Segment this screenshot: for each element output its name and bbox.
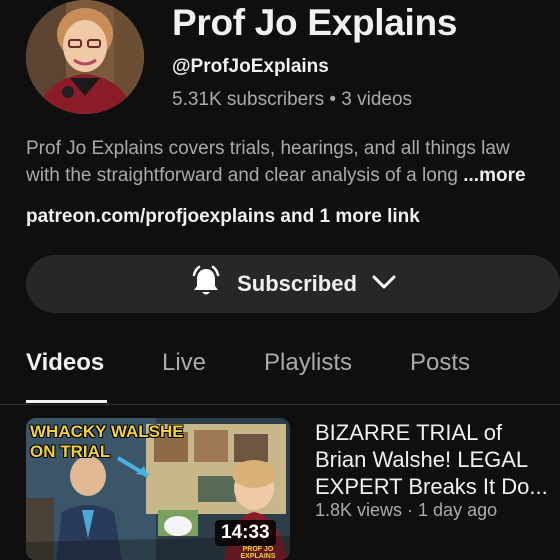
channel-avatar[interactable] <box>26 0 144 114</box>
subscribed-button[interactable]: Subscribed <box>26 255 560 313</box>
description-line-2-text: with the straightforward and clear analy… <box>26 165 464 186</box>
thumbnail-caption-1: WHACKY WALSHE <box>30 422 184 441</box>
active-tab-indicator <box>26 400 107 403</box>
chevron-down-icon[interactable] <box>371 272 397 297</box>
channel-stats: 5.31K subscribers • 3 videos <box>172 89 413 110</box>
channel-links[interactable]: patreon.com/profjoexplains and 1 more li… <box>26 206 420 228</box>
thumbnail-caption-2: ON TRIAL <box>30 442 111 461</box>
description-line-2: with the straightforward and clear analy… <box>26 162 546 189</box>
video-title[interactable]: BIZARRE TRIAL of Brian Walshe! LEGAL EXP… <box>315 419 555 500</box>
channel-handle: @ProfJoExplains <box>172 56 329 77</box>
description-line-1: Prof Jo Explains covers trials, hearings… <box>26 138 510 159</box>
channel-tabs: Videos Live Playlists Posts <box>0 345 560 405</box>
notification-bell-icon[interactable] <box>189 265 223 304</box>
more-link[interactable]: ...more <box>463 165 525 186</box>
subscribed-label: Subscribed <box>237 271 357 296</box>
avatar-portrait <box>26 0 144 114</box>
tab-videos[interactable]: Videos <box>26 349 104 377</box>
channel-name: Prof Jo Explains <box>172 2 458 43</box>
thumbnail-logo: PROF JO EXPLAINS <box>240 546 276 560</box>
video-duration: 14:33 <box>215 520 276 546</box>
channel-description[interactable]: Prof Jo Explains covers trials, hearings… <box>26 135 546 189</box>
tab-playlists[interactable]: Playlists <box>264 349 352 377</box>
tabs-divider <box>0 404 560 405</box>
video-meta: 1.8K views · 1 day ago <box>315 500 498 520</box>
tab-posts[interactable]: Posts <box>410 349 470 377</box>
tab-live[interactable]: Live <box>162 349 206 377</box>
